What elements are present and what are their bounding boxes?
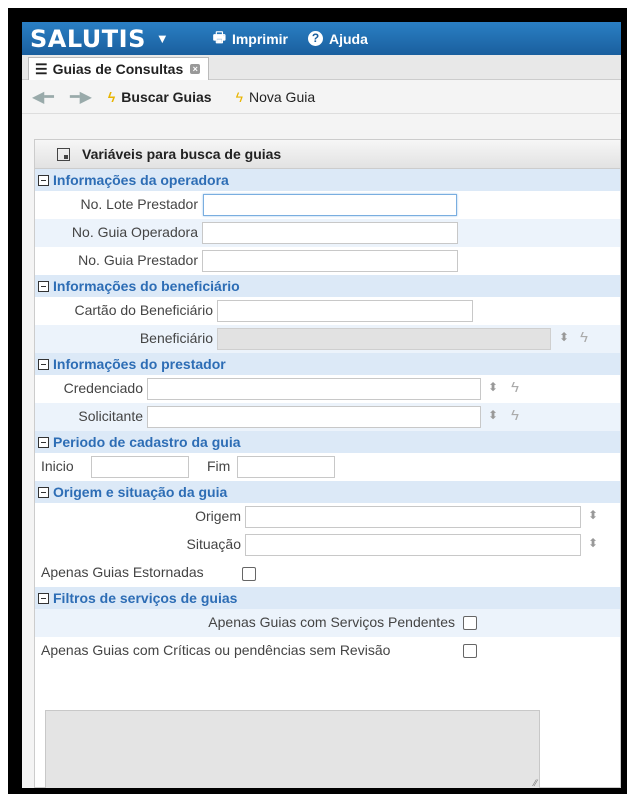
origem-select[interactable] [245,506,581,528]
field-label: No. Guia Operadora [71,224,198,240]
lookup-bolt-icon[interactable]: ϟ [511,379,519,396]
lookup-bolt-icon[interactable]: ϟ [580,329,588,346]
field-label: Beneficiário [139,330,213,346]
field-label: Fim [207,458,231,474]
cartao-input[interactable] [217,300,473,322]
resize-grip-icon[interactable]: ⁄⁄ [534,778,537,788]
field-label: No. Guia Prestador [78,252,198,268]
row-credenciado: Credenciado ⬍ ϟ [35,375,620,403]
printer-icon: 🖶 [212,28,226,45]
inicio-input[interactable] [91,456,189,478]
field-label: Origem [195,508,241,524]
back-arrow-icon[interactable]: ◀━ [32,87,54,107]
guia-prestador-input[interactable] [202,250,458,272]
fim-input[interactable] [237,456,335,478]
row-beneficiario: Beneficiário ⬍ ϟ [35,325,620,353]
caret-down-icon[interactable]: ▼ [156,31,169,46]
field-label: Solicitante [78,408,143,424]
guia-operadora-input[interactable] [202,222,458,244]
section-title: Informações da operadora [53,172,229,188]
collapse-icon [38,592,49,604]
forward-arrow-icon[interactable]: ━▶ [70,87,92,107]
row-origem: Origem ⬍ [35,503,620,531]
app-window: SALUTIS ▼ 🖶 Imprimir ? Ajuda ☰ Guias de … [22,22,621,788]
search-panel: Variáveis para busca de guias Informaçõe… [34,139,621,788]
list-icon: ☰ [35,60,48,77]
spinner-icon[interactable]: ⬍ [488,380,498,394]
field-label: Inicio [41,458,74,474]
new-guide-button[interactable]: ϟ Nova Guia [236,89,316,105]
field-label: Situação [186,536,241,552]
row-lote-prestador: No. Lote Prestador [35,191,620,219]
collapse-panel-icon [57,147,70,161]
print-label: Imprimir [231,30,288,47]
row-servicos-pendentes: Apenas Guias com Serviços Pendentes [35,609,620,637]
section-filtros[interactable]: Filtros de serviços de guias [35,587,620,609]
new-guide-label: Nova Guia [248,88,316,105]
estornadas-checkbox[interactable] [242,567,256,581]
row-periodo: Inicio Fim [35,453,620,481]
spinner-icon[interactable]: ⬍ [559,330,569,344]
section-title: Informações do prestador [53,356,226,372]
section-origem[interactable]: Origem e situação da guia [35,481,620,503]
field-label: Apenas Guias com Críticas ou pendências … [41,642,391,658]
collapse-icon [38,358,49,370]
spinner-icon[interactable]: ⬍ [488,408,498,422]
section-title: Origem e situação da guia [53,484,228,500]
collapse-icon [38,280,49,292]
search-guides-label: Buscar Guias [121,88,212,105]
row-guia-prestador: No. Guia Prestador [35,247,620,275]
notes-textarea[interactable]: ⁄⁄ [45,710,540,788]
beneficiario-input [217,328,551,350]
toolbar: ◀━ ━▶ ϟ Buscar Guias ϟ Nova Guia [22,80,621,114]
panel-title: Variáveis para busca de guias [82,146,282,162]
criticas-checkbox[interactable] [463,644,477,658]
brand-logo: SALUTIS [30,24,146,53]
field-label: No. Lote Prestador [80,196,198,212]
tab-guias-consultas[interactable]: ☰ Guias de Consultas × [28,57,210,80]
help-button[interactable]: ? Ajuda [307,30,368,47]
field-label: Apenas Guias com Serviços Pendentes [208,614,455,630]
tab-label: Guias de Consultas [52,61,184,77]
bolt-icon: ϟ [107,88,116,105]
top-bar: SALUTIS ▼ 🖶 Imprimir ? Ajuda [22,22,621,55]
field-label: Cartão do Beneficiário [74,302,213,318]
field-label: Apenas Guias Estornadas [41,564,204,580]
field-label: Credenciado [63,380,143,396]
bolt-icon: ϟ [235,88,243,105]
collapse-icon [38,174,49,186]
row-cartao: Cartão do Beneficiário [35,297,620,325]
solicitante-input[interactable] [147,406,481,428]
section-title: Informações do beneficiário [53,278,240,294]
section-title: Filtros de serviços de guias [53,590,238,606]
close-icon[interactable]: × [190,64,201,74]
row-criticas: Apenas Guias com Críticas ou pendências … [35,637,620,665]
section-periodo[interactable]: Periodo de cadastro da guia [35,431,620,453]
tab-bar: ☰ Guias de Consultas × [22,55,621,80]
row-guia-operadora: No. Guia Operadora [35,219,620,247]
lote-prestador-input[interactable] [203,194,457,216]
search-guides-button[interactable]: ϟ Buscar Guias [108,89,212,105]
section-beneficiario[interactable]: Informações do beneficiário [35,275,620,297]
panel-header[interactable]: Variáveis para busca de guias [35,140,620,169]
section-prestador[interactable]: Informações do prestador [35,353,620,375]
row-situacao: Situação ⬍ [35,531,620,559]
collapse-icon [38,486,49,498]
window-frame: SALUTIS ▼ 🖶 Imprimir ? Ajuda ☰ Guias de … [8,8,627,794]
servicos-pendentes-checkbox[interactable] [463,616,477,630]
lookup-bolt-icon[interactable]: ϟ [511,407,519,424]
situacao-select[interactable] [245,534,581,556]
section-title: Periodo de cadastro da guia [53,434,241,450]
collapse-icon [38,436,49,448]
help-icon: ? [307,31,323,46]
print-button[interactable]: 🖶 Imprimir [213,27,288,51]
spinner-icon[interactable]: ⬍ [588,508,598,522]
row-solicitante: Solicitante ⬍ ϟ [35,403,620,431]
spinner-icon[interactable]: ⬍ [588,536,598,550]
credenciado-input[interactable] [147,378,481,400]
help-label: Ajuda [328,30,368,47]
section-operadora[interactable]: Informações da operadora [35,169,620,191]
row-estornadas: Apenas Guias Estornadas [35,559,620,587]
